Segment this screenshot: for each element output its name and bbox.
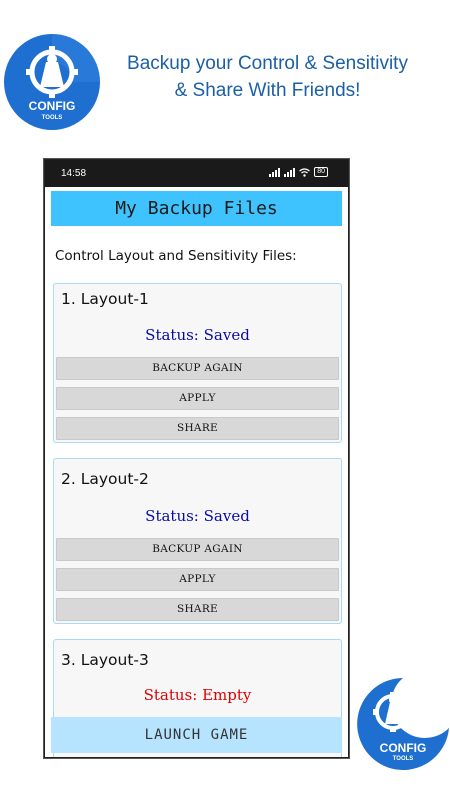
signal-icon	[269, 167, 281, 177]
battery-icon: 80	[314, 167, 328, 177]
promo-line-2: & Share With Friends!	[174, 80, 361, 101]
backup-again-button[interactable]: BACKUP AGAIN	[56, 357, 339, 380]
section-title: Control Layout and Sensitivity Files:	[55, 248, 297, 264]
app-title-bar: My Backup Files	[51, 191, 342, 226]
layout-status: Status: Saved	[145, 507, 250, 525]
logo-text-config: CONFIG	[29, 99, 76, 113]
promo-text: Backup your Control & Sensitivity & Shar…	[105, 50, 430, 104]
share-button[interactable]: SHARE	[56, 417, 339, 440]
launch-game-button[interactable]: LAUNCH GAME	[51, 717, 342, 753]
apply-button[interactable]: APPLY	[56, 387, 339, 410]
layout-card: 2. Layout-2 Status: Saved BACKUP AGAIN A…	[53, 458, 342, 624]
status-time: 14:58	[61, 168, 87, 179]
backup-again-button[interactable]: BACKUP AGAIN	[56, 538, 339, 561]
wifi-icon	[299, 167, 311, 177]
logo-text-config: CONFIG	[380, 741, 427, 755]
layout-title: 3. Layout-3	[61, 651, 149, 669]
config-tools-logo: CONFIG TOOLS	[357, 678, 449, 770]
layout-status: Status: Saved	[145, 326, 250, 344]
share-button[interactable]: SHARE	[56, 598, 339, 621]
status-bar: 14:58 80	[45, 160, 348, 187]
phone-screen: 14:58 80 My Backup Files Control Layout …	[44, 159, 349, 758]
logo-text-tools: TOOLS	[393, 756, 414, 762]
apply-button[interactable]: APPLY	[56, 568, 339, 591]
signal-icon	[284, 167, 296, 177]
layout-card: 1. Layout-1 Status: Saved BACKUP AGAIN A…	[53, 283, 342, 443]
layout-status: Status: Empty	[143, 686, 252, 704]
promo-line-1: Backup your Control & Sensitivity	[127, 53, 408, 74]
layout-title: 1. Layout-1	[61, 290, 149, 308]
config-tools-logo: CONFIG TOOLS	[4, 34, 100, 130]
layout-title: 2. Layout-2	[61, 470, 149, 488]
logo-text-tools: TOOLS	[42, 115, 63, 121]
